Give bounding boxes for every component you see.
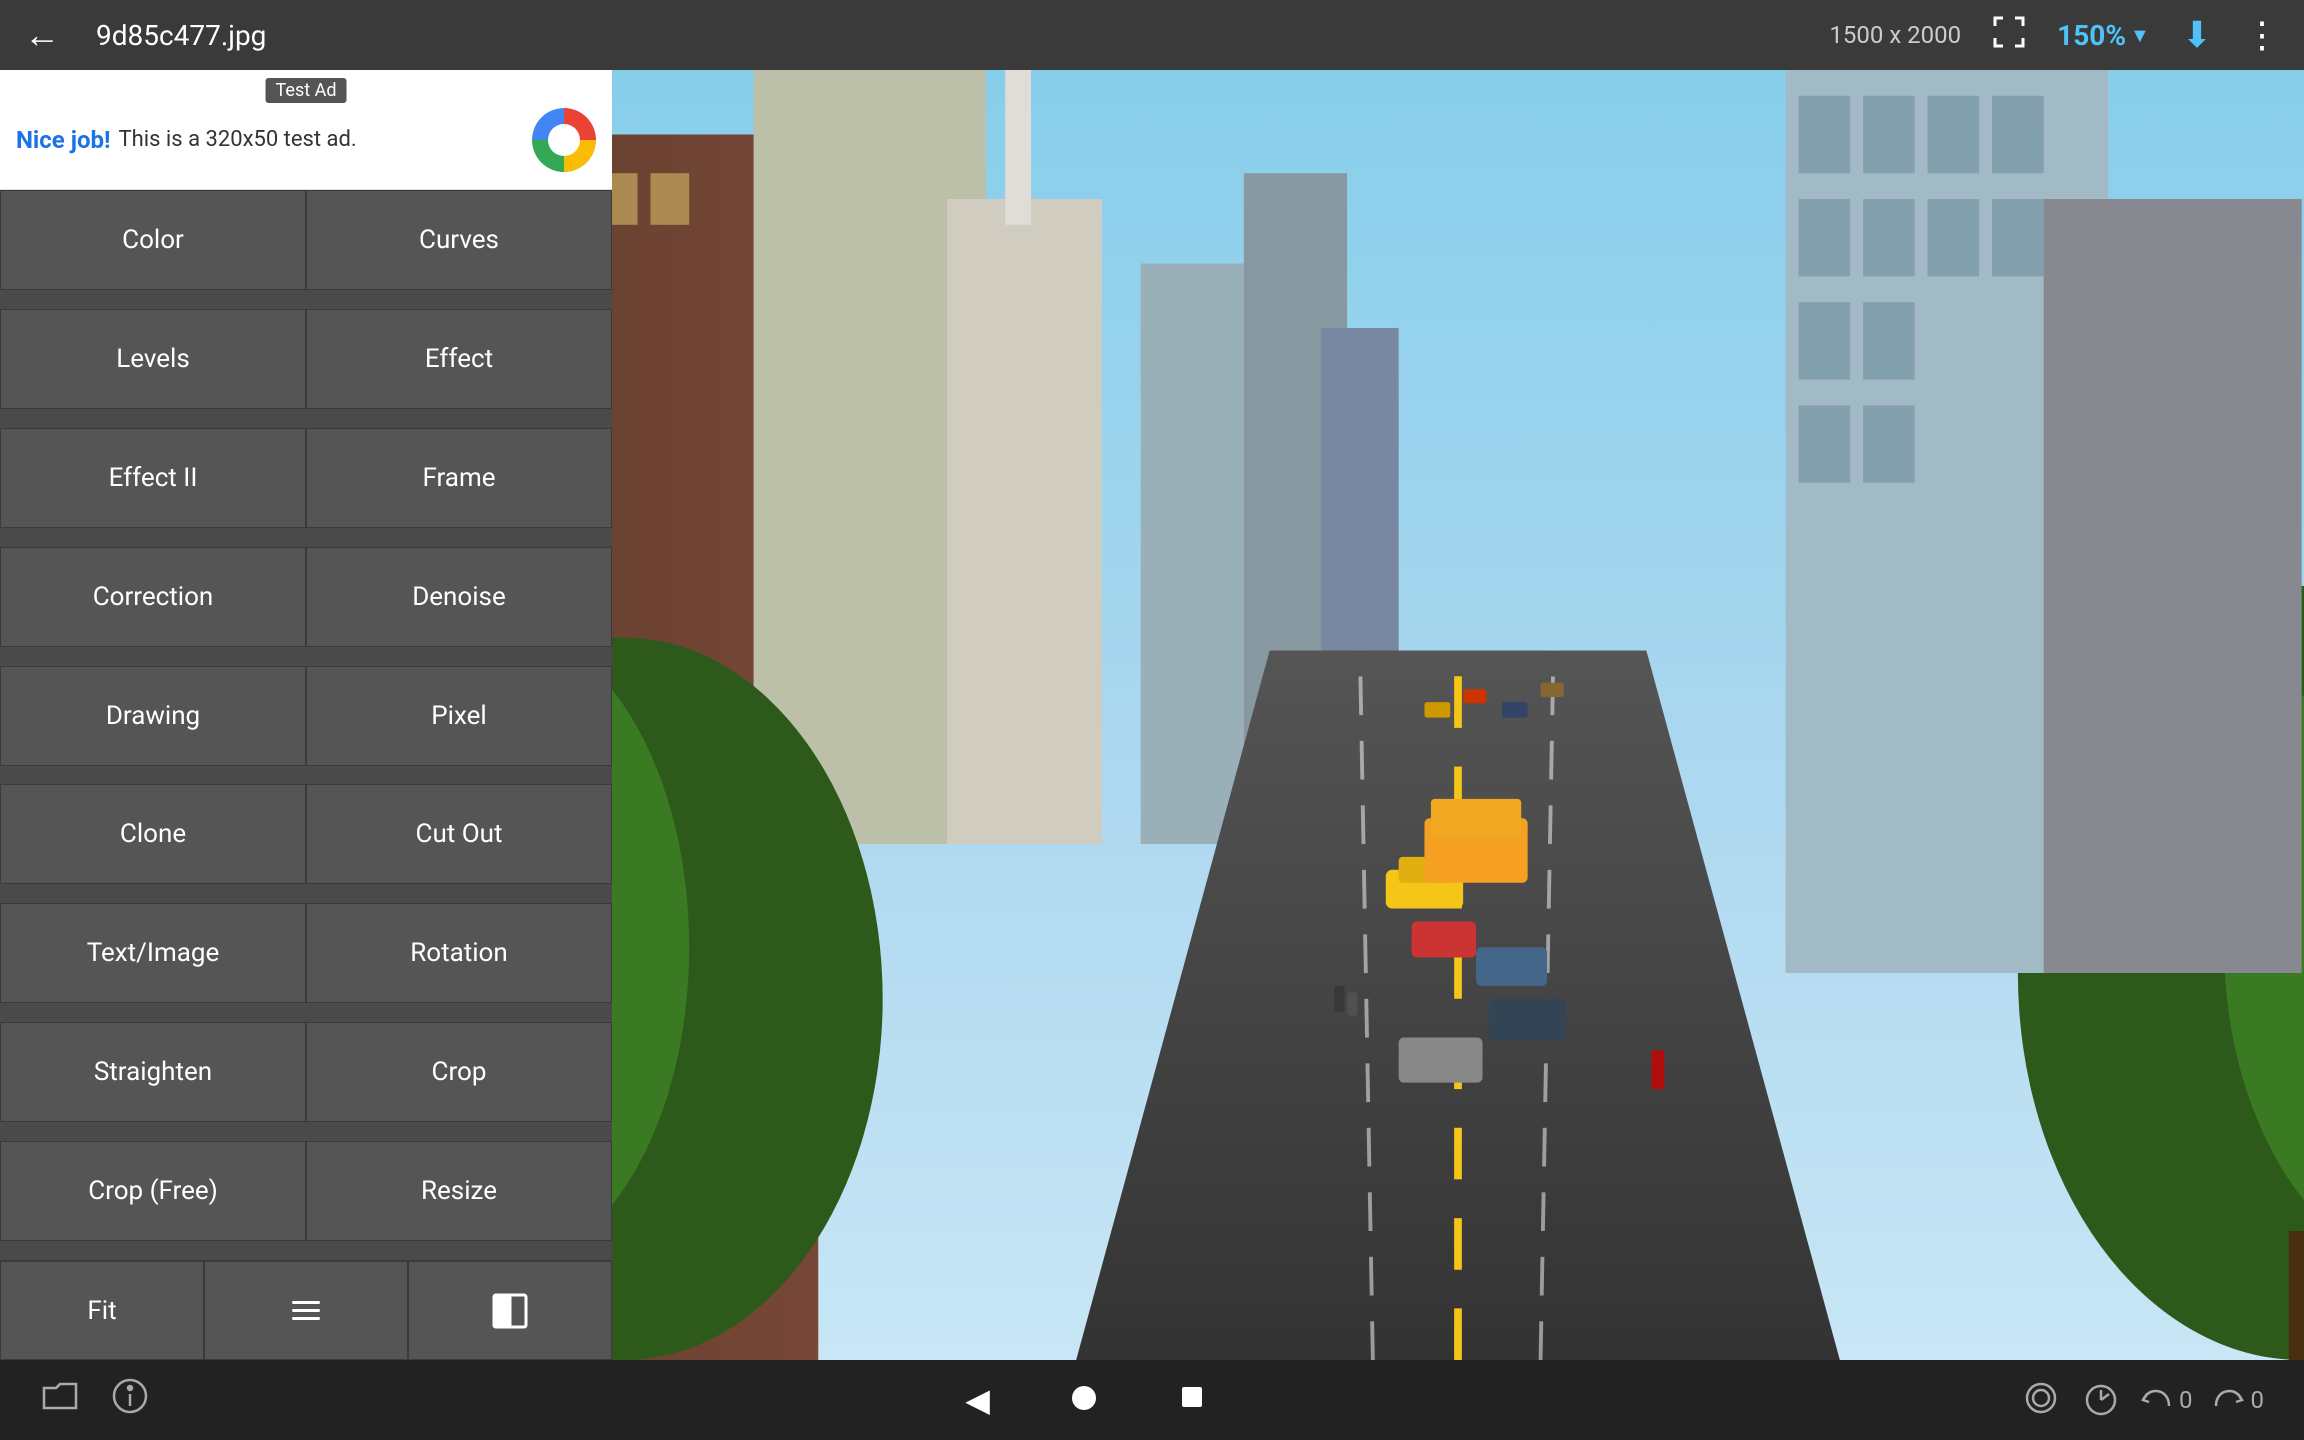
timer-button[interactable]: [2081, 1378, 2121, 1422]
tool-correction[interactable]: Correction: [0, 547, 306, 647]
tool-resize[interactable]: Resize: [306, 1141, 612, 1241]
recents-nav-button[interactable]: [1178, 1383, 1206, 1418]
tool-curves[interactable]: Curves: [306, 190, 612, 290]
tool-effect2[interactable]: Effect II: [0, 428, 306, 528]
tool-clone[interactable]: Clone: [0, 784, 306, 884]
ad-label: Test Ad: [266, 78, 347, 103]
main-content: Test Ad Nice job! This is a 320x50 test …: [0, 70, 2304, 1360]
image-area: [612, 70, 2304, 1360]
tool-grid: Color Curves Levels Effect Effect II Fra…: [0, 190, 612, 1260]
topbar-right-controls: 1500 x 2000 150% ▼ ⬇ ⋮: [1829, 14, 2280, 56]
fit-button[interactable]: Fit: [0, 1261, 204, 1360]
split-button[interactable]: [408, 1261, 612, 1360]
tool-levels[interactable]: Levels: [0, 309, 306, 409]
tool-pixel[interactable]: Pixel: [306, 666, 612, 766]
tool-textimage[interactable]: Text/Image: [0, 903, 306, 1003]
download-button[interactable]: ⬇: [2182, 14, 2212, 56]
bottom-bar: ◀: [0, 1360, 2304, 1440]
redo-count: 0: [2250, 1386, 2264, 1414]
back-nav-button[interactable]: ◀: [965, 1381, 990, 1419]
zoom-label: 150%: [2057, 19, 2126, 52]
tool-frame[interactable]: Frame: [306, 428, 612, 528]
tool-denoise[interactable]: Denoise: [306, 547, 612, 647]
sort-button[interactable]: [204, 1261, 408, 1360]
bottom-right-icons: 0 0: [2021, 1378, 2264, 1422]
image-dimensions: 1500 x 2000: [1829, 21, 1961, 49]
tool-rotation[interactable]: Rotation: [306, 903, 612, 1003]
ad-nice-text: Nice job!: [16, 126, 111, 154]
zoom-dropdown-arrow: ▼: [2130, 23, 2150, 48]
tool-color[interactable]: Color: [0, 190, 306, 290]
tool-crop[interactable]: Crop: [306, 1022, 612, 1122]
system-nav-buttons: ◀: [965, 1381, 1206, 1419]
tool-effect[interactable]: Effect: [306, 309, 612, 409]
camera-button[interactable]: [2021, 1378, 2061, 1422]
home-nav-button[interactable]: [1070, 1384, 1098, 1416]
ad-description: This is a 320x50 test ad.: [119, 127, 357, 152]
tool-drawing[interactable]: Drawing: [0, 666, 306, 766]
zoom-control[interactable]: 150% ▼: [2057, 19, 2150, 52]
ad-banner: Test Ad Nice job! This is a 320x50 test …: [0, 70, 612, 190]
top-bar: ← 9d85c477.jpg 1500 x 2000 150% ▼ ⬇ ⋮: [0, 0, 2304, 70]
fullscreen-button[interactable]: [1993, 16, 2025, 55]
undo-count: 0: [2179, 1386, 2193, 1414]
undo-button[interactable]: 0: [2141, 1384, 2193, 1416]
left-panel: Test Ad Nice job! This is a 320x50 test …: [0, 70, 612, 1360]
tool-cropfree[interactable]: Crop (Free): [0, 1141, 306, 1241]
tool-cutout[interactable]: Cut Out: [306, 784, 612, 884]
redo-button[interactable]: 0: [2212, 1384, 2264, 1416]
ad-logo: [532, 108, 596, 172]
file-title: 9d85c477.jpg: [80, 19, 1809, 52]
info-button[interactable]: [110, 1376, 150, 1425]
back-button[interactable]: ←: [24, 14, 60, 56]
left-bottom-toolbar: Fit: [0, 1260, 612, 1360]
more-options-button[interactable]: ⋮: [2244, 14, 2280, 56]
city-image: [612, 70, 2304, 1360]
tool-straighten[interactable]: Straighten: [0, 1022, 306, 1122]
folder-button[interactable]: [40, 1376, 80, 1425]
bottom-left-icons: [40, 1376, 150, 1425]
